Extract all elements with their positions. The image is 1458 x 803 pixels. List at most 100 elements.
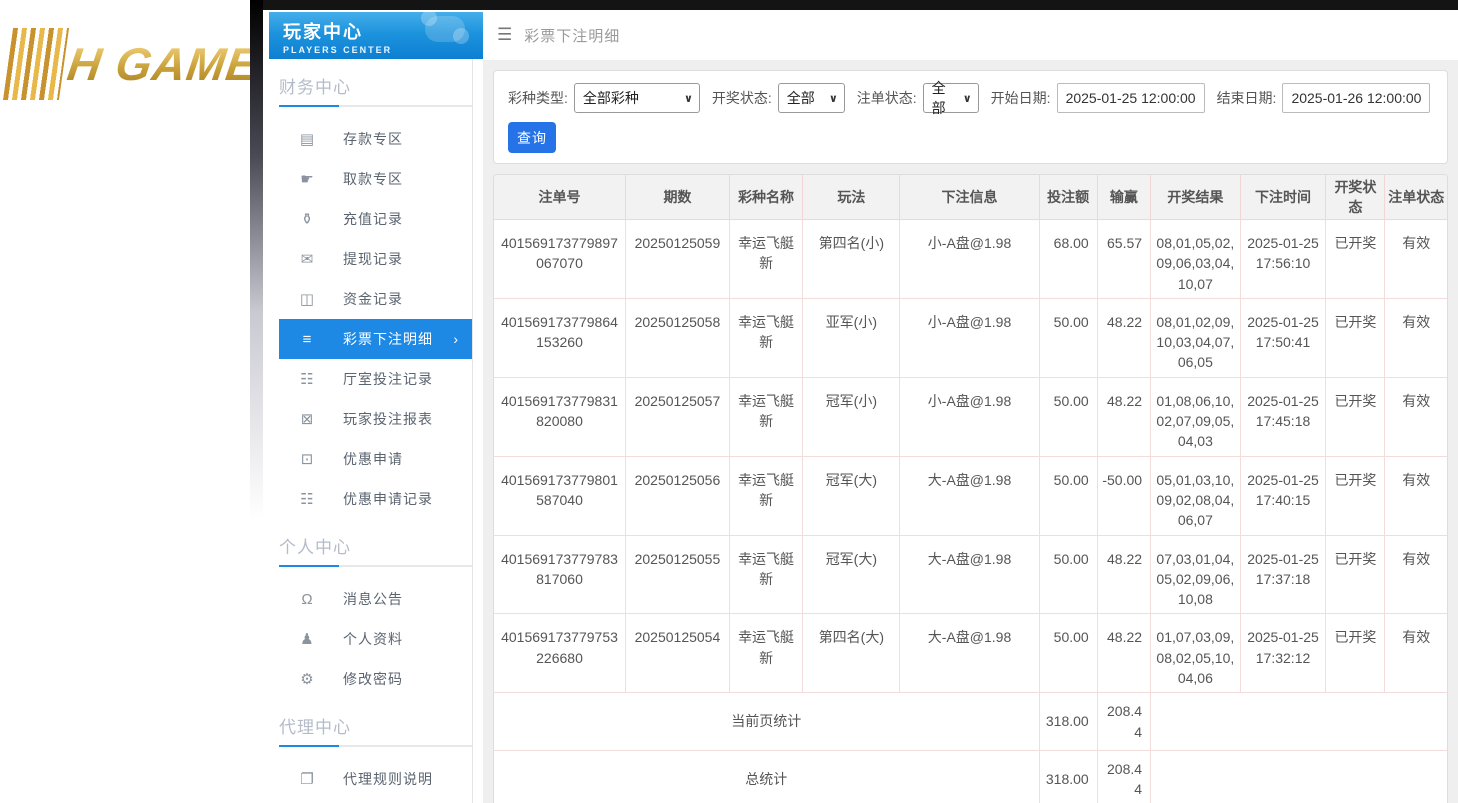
sidebar-item-label: 提现记录	[343, 249, 403, 269]
order-status-label: 注单状态:	[857, 88, 917, 108]
sidebar-item-label: 充值记录	[343, 209, 403, 229]
sidebar-item-label: 消息公告	[343, 589, 403, 609]
chevron-right-icon: ›	[453, 331, 458, 347]
table-row: 40156917377986415326020250125058幸运飞艇新亚军(…	[494, 298, 1447, 377]
players-center-header: 玩家中心 PLAYERS CENTER	[269, 12, 483, 59]
summary-empty	[1151, 693, 1447, 751]
sidebar-item-promo-apply[interactable]: ⊡优惠申请›	[279, 439, 472, 479]
cell-win-loss: 48.22	[1097, 298, 1150, 377]
sidebar-item-document[interactable]: ❐代理规则说明›	[279, 759, 472, 799]
cell-win-loss: 48.22	[1097, 535, 1150, 614]
cell-lottery: 幸运飞艇新	[729, 614, 802, 693]
withdraw-hand-icon: ☛	[297, 170, 317, 188]
cell-bet-info: 小-A盘@1.98	[900, 220, 1039, 299]
chevron-down-icon: ∨	[684, 92, 693, 105]
draw-status-select[interactable]: 全部 ∨	[778, 83, 845, 113]
chevron-down-icon: ∨	[829, 92, 838, 105]
sidebar-item-withdraw-hand[interactable]: ☛取款专区›	[279, 159, 472, 199]
cell-play: 冠军(小)	[803, 377, 900, 456]
cell-draw-status: 已开奖	[1326, 377, 1385, 456]
sidebar-item-funds-record[interactable]: ◫资金记录›	[279, 279, 472, 319]
sidebar-item-bell[interactable]: Ω消息公告›	[279, 579, 472, 619]
cell-win-loss: 65.57	[1097, 220, 1150, 299]
cell-result: 01,07,03,09,08,02,05,10,04,06	[1151, 614, 1241, 693]
summary-empty	[1151, 750, 1447, 803]
cell-lottery: 幸运飞艇新	[729, 377, 802, 456]
cell-play: 亚军(小)	[803, 298, 900, 377]
end-date-input[interactable]	[1282, 83, 1430, 113]
sidebar: 玩家中心 PLAYERS CENTER 财务中心▤存款专区›☛取款专区›⚱充值记…	[263, 10, 483, 803]
sidebar-item-wallet[interactable]: ✉提现记录›	[279, 239, 472, 279]
cell-result: 08,01,05,02,09,06,03,04,10,07	[1151, 220, 1241, 299]
cell-amount: 50.00	[1039, 535, 1097, 614]
cell-order-status: 有效	[1385, 377, 1447, 456]
cell-order-status: 有效	[1385, 220, 1447, 299]
summary-row: 当前页统计318.00208.44	[494, 693, 1447, 751]
cell-play: 冠军(大)	[803, 456, 900, 535]
profile-icon: ♟	[297, 630, 317, 648]
query-button[interactable]: 查询	[508, 122, 556, 153]
main-topbar: ☰ 彩票下注明细	[483, 10, 1458, 60]
promo-record-icon: ☷	[297, 490, 317, 508]
sidebar-item-label: 玩家投注报表	[343, 409, 433, 429]
cell-order-no: 401569173779831820080	[494, 377, 626, 456]
lottery-type-value: 全部彩种	[583, 88, 639, 108]
app-root: H GAME 玩家中心 PLAYERS CENTER 财务中心▤存款专区›☛取款…	[0, 0, 1458, 803]
sidebar-item-player-report[interactable]: ⊠玩家投注报表›	[279, 399, 472, 439]
logo-text: H GAME	[64, 37, 256, 91]
column-header: 彩种名称	[729, 175, 802, 220]
menu-toggle-icon[interactable]: ☰	[497, 25, 512, 45]
column-header: 输赢	[1097, 175, 1150, 220]
cell-win-loss: -50.00	[1097, 456, 1150, 535]
cell-result: 05,01,03,10,09,02,08,04,06,07	[1151, 456, 1241, 535]
sidebar-item-label: 优惠申请	[343, 449, 403, 469]
cell-period: 20250125054	[626, 614, 730, 693]
deposit-card-icon: ▤	[297, 130, 317, 148]
cell-bet-time: 2025-01-25 17:45:18	[1240, 377, 1326, 456]
cell-order-no: 401569173779864153260	[494, 298, 626, 377]
page-title: 彩票下注明细	[524, 25, 620, 46]
filter-panel: 彩种类型: 全部彩种 ∨ 开奖状态: 全部 ∨ 注单状态: 全部 ∨	[493, 70, 1448, 164]
section-underline	[279, 745, 473, 747]
end-date-label: 结束日期:	[1217, 88, 1277, 108]
sidebar-item-hall-bet-record[interactable]: ☷厅室投注记录›	[279, 359, 472, 399]
sidebar-item-deposit-card[interactable]: ▤存款专区›	[279, 119, 472, 159]
cell-draw-status: 已开奖	[1326, 535, 1385, 614]
summary-amount: 318.00	[1039, 693, 1097, 751]
sidebar-item-money-bag[interactable]: ⚱充值记录›	[279, 199, 472, 239]
sidebar-item-team-stats[interactable]: ▦代理团队统计›	[279, 799, 472, 803]
promo-apply-icon: ⊡	[297, 450, 317, 468]
table-row: 40156917377989706707020250125059幸运飞艇新第四名…	[494, 220, 1447, 299]
cell-period: 20250125059	[626, 220, 730, 299]
draw-status-label: 开奖状态:	[712, 88, 772, 108]
main-area: ☰ 彩票下注明细 彩种类型: 全部彩种 ∨ 开奖状态: 全部 ∨ 注单状态:	[483, 10, 1458, 803]
cell-play: 第四名(大)	[803, 614, 900, 693]
sidebar-item-label: 存款专区	[343, 129, 403, 149]
lottery-type-select[interactable]: 全部彩种 ∨	[574, 83, 700, 113]
funds-record-icon: ◫	[297, 290, 317, 308]
column-header: 投注额	[1039, 175, 1097, 220]
chevron-down-icon: ∨	[963, 92, 972, 105]
cell-bet-time: 2025-01-25 17:32:12	[1240, 614, 1326, 693]
cell-bet-info: 大-A盘@1.98	[900, 614, 1039, 693]
start-date-input[interactable]	[1057, 83, 1205, 113]
order-status-select[interactable]: 全部 ∨	[923, 83, 979, 113]
table-row: 40156917377975322668020250125054幸运飞艇新第四名…	[494, 614, 1447, 693]
sidebar-item-gear[interactable]: ⚙修改密码›	[279, 659, 472, 699]
table-row: 40156917377978381706020250125055幸运飞艇新冠军(…	[494, 535, 1447, 614]
cell-result: 08,01,02,09,10,03,04,07,06,05	[1151, 298, 1241, 377]
cell-order-status: 有效	[1385, 456, 1447, 535]
cell-order-status: 有效	[1385, 535, 1447, 614]
summary-amount: 318.00	[1039, 750, 1097, 803]
cell-lottery: 幸运飞艇新	[729, 298, 802, 377]
sidebar-item-promo-record[interactable]: ☷优惠申请记录›	[279, 479, 472, 519]
money-bag-icon: ⚱	[297, 210, 317, 228]
cell-amount: 50.00	[1039, 456, 1097, 535]
sidebar-item-lottery-bet-detail[interactable]: ≡彩票下注明细›	[279, 319, 472, 359]
draw-status-value: 全部	[787, 88, 815, 108]
cell-amount: 50.00	[1039, 377, 1097, 456]
sidebar-item-profile[interactable]: ♟个人资料›	[279, 619, 472, 659]
cell-period: 20250125055	[626, 535, 730, 614]
column-header: 下注时间	[1240, 175, 1326, 220]
cell-amount: 50.00	[1039, 614, 1097, 693]
